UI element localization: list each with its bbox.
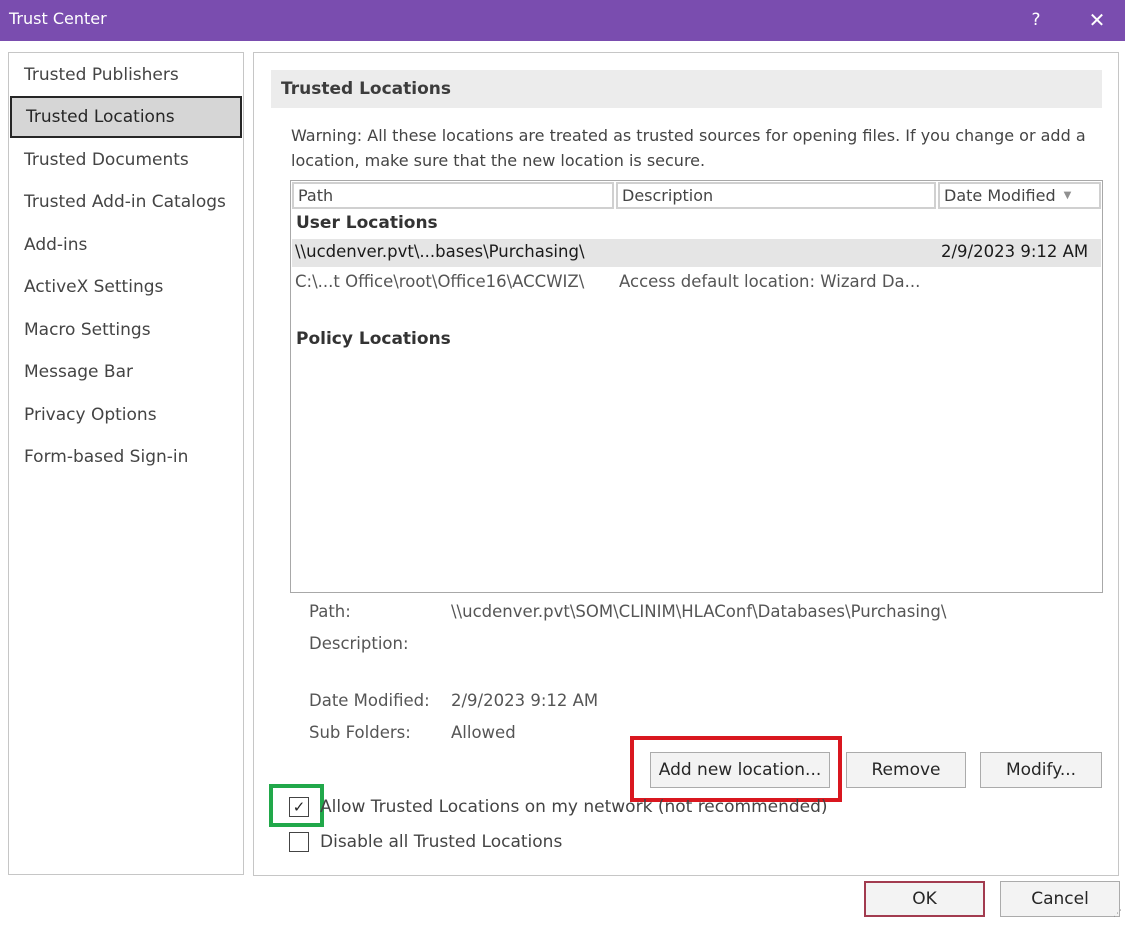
ok-button[interactable]: OK bbox=[864, 881, 985, 917]
disable-all-label[interactable]: Disable all Trusted Locations bbox=[320, 832, 562, 852]
column-header-path-label: Path bbox=[298, 186, 334, 205]
resize-grip-icon[interactable]: ⋰ bbox=[1113, 910, 1123, 926]
column-header-description[interactable]: Description bbox=[616, 182, 936, 209]
date-modified-label: Date Modified: bbox=[309, 691, 430, 710]
sub-folders-value: Allowed bbox=[451, 723, 516, 742]
allow-network-checkbox[interactable]: ✓ bbox=[289, 797, 309, 817]
row-description: Access default location: Wizard Da... bbox=[619, 272, 921, 291]
table-row[interactable]: \\ucdenver.pvt\...bases\Purchasing\ 2/9/… bbox=[292, 239, 1101, 267]
sidebar-item-message-bar[interactable]: Message Bar bbox=[9, 351, 243, 393]
row-path: C:\...t Office\root\Office16\ACCWIZ\ bbox=[295, 272, 585, 291]
modify-button[interactable]: Modify... bbox=[980, 752, 1102, 788]
date-modified-value: 2/9/2023 9:12 AM bbox=[451, 691, 599, 710]
sidebar-item-trusted-publishers[interactable]: Trusted Publishers bbox=[9, 54, 243, 96]
path-label: Path: bbox=[309, 602, 351, 621]
cancel-button[interactable]: Cancel bbox=[1000, 881, 1120, 917]
help-icon: ? bbox=[1031, 10, 1041, 30]
column-header-date-label: Date Modified bbox=[944, 186, 1056, 205]
row-date: 2/9/2023 9:12 AM bbox=[941, 242, 1089, 261]
sidebar-item-add-ins[interactable]: Add-ins bbox=[9, 224, 243, 266]
main-panel: Trusted Locations Warning: All these loc… bbox=[253, 52, 1119, 876]
sidebar-item-macro-settings[interactable]: Macro Settings bbox=[9, 309, 243, 351]
sidebar-item-trusted-locations[interactable]: Trusted Locations bbox=[10, 96, 242, 138]
sort-down-icon: ▼ bbox=[1063, 190, 1072, 201]
window-title: Trust Center bbox=[9, 9, 107, 28]
close-button[interactable]: ✕ bbox=[1077, 4, 1117, 36]
close-icon: ✕ bbox=[1088, 8, 1106, 32]
sidebar-item-form-based-sign-in[interactable]: Form-based Sign-in bbox=[9, 436, 243, 478]
help-button[interactable]: ? bbox=[1016, 4, 1056, 36]
path-value: \\ucdenver.pvt\SOM\CLINIM\HLAConf\Databa… bbox=[451, 602, 947, 621]
checkmark-icon: ✓ bbox=[292, 798, 306, 816]
table-row[interactable]: C:\...t Office\root\Office16\ACCWIZ\ Acc… bbox=[292, 269, 1101, 297]
title-bar: Trust Center ? ✕ bbox=[0, 0, 1125, 41]
group-policy-locations: Policy Locations bbox=[296, 329, 451, 349]
add-new-location-button[interactable]: Add new location... bbox=[650, 752, 830, 788]
sub-folders-label: Sub Folders: bbox=[309, 723, 411, 742]
sidebar-item-trusted-documents[interactable]: Trusted Documents bbox=[9, 139, 243, 181]
group-user-locations: User Locations bbox=[296, 213, 438, 233]
column-header-date-modified[interactable]: Date Modified ▼ bbox=[938, 182, 1101, 209]
sidebar-item-privacy-options[interactable]: Privacy Options bbox=[9, 394, 243, 436]
description-label: Description: bbox=[309, 634, 409, 653]
row-path: \\ucdenver.pvt\...bases\Purchasing\ bbox=[295, 242, 585, 261]
locations-table: Path Description Date Modified ▼ User Lo… bbox=[290, 180, 1103, 593]
allow-network-label[interactable]: Allow Trusted Locations on my network (n… bbox=[320, 797, 828, 817]
sidebar-item-trusted-add-in-catalogs[interactable]: Trusted Add-in Catalogs bbox=[9, 181, 243, 223]
warning-text: Warning: All these locations are treated… bbox=[291, 126, 1086, 170]
sidebar-item-activex-settings[interactable]: ActiveX Settings bbox=[9, 266, 243, 308]
sidebar-nav: Trusted Publishers Trusted Locations Tru… bbox=[8, 52, 244, 875]
column-header-path[interactable]: Path bbox=[292, 182, 614, 209]
remove-button[interactable]: Remove bbox=[846, 752, 966, 788]
section-header: Trusted Locations bbox=[271, 70, 1102, 108]
column-header-description-label: Description bbox=[622, 186, 714, 205]
disable-all-checkbox[interactable] bbox=[289, 832, 309, 852]
